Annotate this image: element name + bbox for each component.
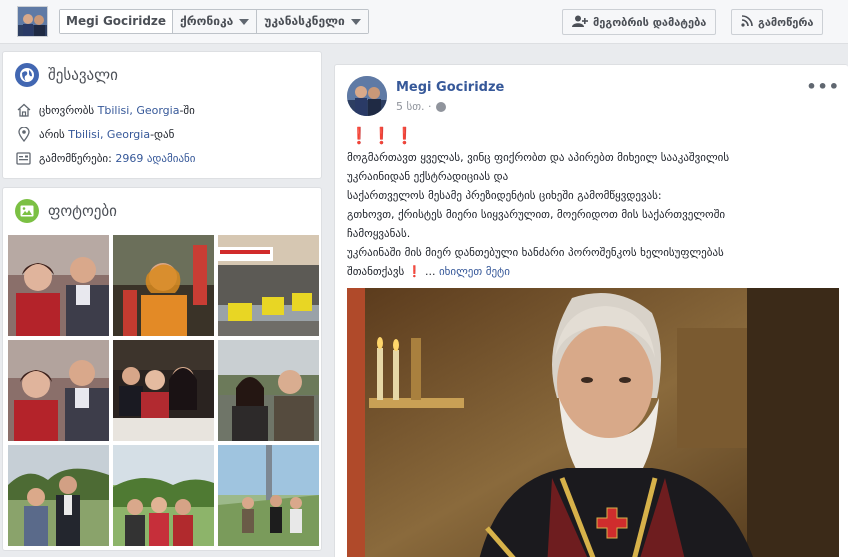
post-options-icon[interactable]: •••	[806, 77, 840, 96]
timeline-label: ქრონიკა	[180, 14, 234, 28]
photos-card: ფოტოები	[2, 187, 322, 551]
profile-name-link[interactable]: Megi Gociridze	[60, 10, 174, 33]
followers-row: გამომწერები: 2969 ადამიანი	[3, 146, 321, 170]
from-city-link[interactable]: Tbilisi, Georgia	[68, 128, 150, 141]
photo-thumbnail[interactable]	[113, 340, 214, 441]
photo-thumbnail[interactable]	[218, 445, 319, 546]
follow-label: გამოწერა	[758, 15, 814, 29]
post-text-last-line: შთანთქავს ❗ ... იხილეთ მეტი	[347, 262, 837, 281]
post-exclamation-marks: ❗❗❗	[349, 126, 418, 145]
intro-card: შესავალი ცხოვრობს Tbilisi, Georgia-ში არ…	[2, 51, 322, 179]
from-prefix: არის	[39, 127, 69, 141]
follow-button[interactable]: გამოწერა	[731, 9, 824, 35]
post-timestamp[interactable]: 5 სთ. ·	[396, 100, 432, 113]
from-row: არის Tbilisi, Georgia-დან	[3, 122, 321, 146]
photo-thumbnail[interactable]	[113, 235, 214, 336]
see-more-link[interactable]: იხილეთ მეტი	[439, 265, 510, 278]
ellipsis: ...	[424, 265, 436, 278]
topbar-profile-avatar[interactable]	[17, 6, 48, 37]
intro-title: შესავალი	[48, 66, 118, 84]
add-friend-label: მეგობრის დამატება	[593, 15, 707, 29]
post-text-line: გთხოვთ, ქრისტეს მიერი სიყვარულით, მოერიდ…	[347, 208, 726, 221]
add-friend-button[interactable]: მეგობრის დამატება	[562, 9, 717, 35]
post-author-avatar[interactable]	[347, 76, 387, 116]
cover-navigation-bar: Megi Gociridze ქრონიკა უკანასკნელი მეგობ…	[0, 0, 848, 44]
photos-header: ფოტოები	[3, 188, 321, 234]
post-text-line: უკრაინაში მის მიერ დანთებული ხანძარი პორ…	[347, 246, 724, 259]
followers-count-link[interactable]: 2969 ადამიანი	[115, 152, 195, 165]
location-pin-icon	[15, 126, 32, 142]
timeline-dropdown[interactable]: ქრონიკა	[173, 10, 258, 33]
lives-in-row: ცხოვრობს Tbilisi, Georgia-ში	[3, 98, 321, 122]
chevron-down-icon	[350, 18, 361, 25]
followers-icon	[15, 151, 32, 165]
followers-prefix: გამომწერები:	[39, 151, 116, 165]
post-photo[interactable]	[347, 288, 839, 557]
public-globe-icon	[435, 101, 446, 112]
intro-header: შესავალი	[3, 52, 321, 98]
chevron-down-icon	[239, 18, 250, 25]
post-text-line: ჩამოყვანას.	[347, 227, 411, 240]
post-card: Megi Gociridze 5 სთ. · ••• ❗❗❗ მოგმართავ…	[334, 64, 848, 557]
exclamation-mark: ❗	[407, 265, 422, 278]
post-meta: 5 სთ. ·	[396, 100, 446, 113]
lives-suffix: -ში	[179, 103, 195, 117]
post-text-line: მოგმართავთ ყველას, ვინც ფიქრობთ და აპირე…	[347, 151, 730, 164]
profile-nav-group: Megi Gociridze ქრონიკა უკანასკნელი	[59, 9, 369, 34]
add-friend-icon	[572, 15, 588, 30]
photo-thumbnail[interactable]	[113, 445, 214, 546]
post-author-name[interactable]: Megi Gociridze	[396, 80, 504, 95]
post-text: მოგმართავთ ყველას, ვინც ფიქრობთ და აპირე…	[347, 148, 837, 281]
post-text-line: შთანთქავს	[347, 265, 405, 278]
from-suffix: -დან	[150, 127, 175, 141]
lives-city-link[interactable]: Tbilisi, Georgia	[98, 104, 180, 117]
photo-thumbnail[interactable]	[8, 235, 109, 336]
photo-thumbnail[interactable]	[218, 340, 319, 441]
globe-icon	[15, 63, 39, 87]
recent-label: უკანასკნელი	[264, 14, 345, 28]
profile-name-text: Megi Gociridze	[66, 14, 167, 28]
post-text-line: საქართველოს მესამე პრეზიდენტის ციხეში გა…	[347, 189, 662, 202]
home-icon	[15, 103, 32, 117]
photo-thumbnail[interactable]	[8, 340, 109, 441]
post-text-line: უკრაინიდან ექსტრადიციას და	[347, 170, 509, 183]
photo-grid	[8, 235, 319, 546]
recent-dropdown[interactable]: უკანასკნელი	[257, 10, 368, 33]
rss-icon	[741, 14, 753, 30]
photo-icon	[15, 199, 39, 223]
photo-thumbnail[interactable]	[218, 235, 319, 336]
lives-prefix: ცხოვრობს	[39, 103, 98, 117]
photo-thumbnail[interactable]	[8, 445, 109, 546]
photos-title: ფოტოები	[48, 202, 117, 220]
